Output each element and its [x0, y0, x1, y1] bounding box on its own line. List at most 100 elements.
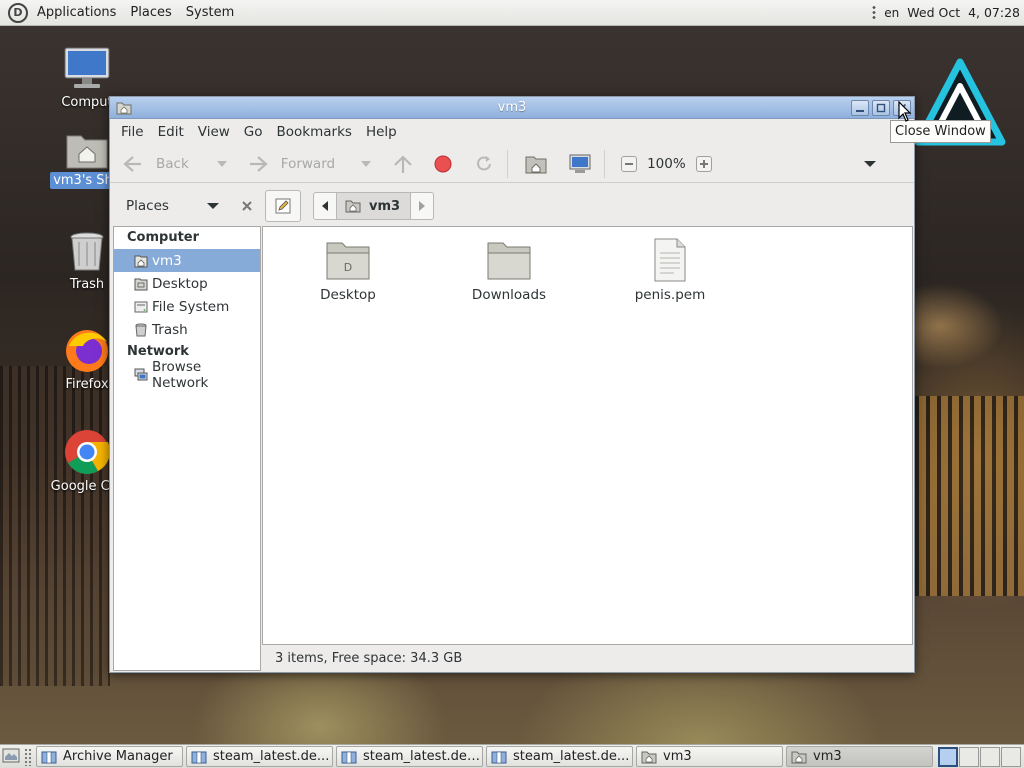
menu-bar: File Edit View Go Bookmarks Help — [110, 120, 914, 144]
places-item-trash[interactable]: Trash — [114, 318, 260, 341]
forward-history-dropdown[interactable] — [361, 148, 372, 180]
distro-logo-icon[interactable]: D — [8, 2, 28, 23]
home-icon — [134, 255, 148, 267]
package-icon — [341, 751, 357, 763]
places-item-file-system[interactable]: File System — [114, 295, 260, 318]
drive-icon — [134, 301, 148, 312]
breadcrumb: vm3 — [313, 192, 435, 220]
maximize-button[interactable] — [872, 100, 890, 116]
close-window-tooltip: Close Window — [890, 120, 991, 143]
places-side-pane: Computer vm3 Desktop File System Trash N… — [113, 226, 261, 671]
stop-button[interactable] — [433, 148, 453, 180]
panel-handle-icon[interactable] — [872, 4, 877, 21]
panel-menu-system[interactable]: System — [179, 0, 241, 26]
home-button[interactable] — [524, 148, 548, 180]
places-item-vm3[interactable]: vm3 — [114, 249, 260, 272]
back-button[interactable]: Back — [120, 148, 189, 180]
home-folder-icon — [791, 751, 807, 763]
desktop-icon — [134, 278, 148, 290]
package-icon — [491, 751, 507, 763]
zoom-level[interactable]: 100% — [647, 156, 686, 172]
wallpaper-fence — [0, 366, 110, 686]
window-titlebar[interactable]: vm3 — [110, 97, 914, 119]
task-vm3-2[interactable]: vm3 — [786, 746, 933, 767]
breadcrumb-item-vm3[interactable]: vm3 — [336, 193, 412, 219]
task-label: steam_latest.deb... — [363, 749, 482, 764]
zoom-out-button[interactable] — [621, 155, 638, 172]
svg-text:D: D — [344, 261, 352, 274]
forward-arrow-icon — [249, 155, 268, 172]
chevron-down-icon — [216, 160, 227, 167]
task-label: vm3 — [813, 749, 842, 764]
forward-label: Forward — [280, 155, 336, 172]
location-bar: vm3 — [265, 189, 910, 223]
home-folder-icon — [345, 200, 361, 213]
status-bar: 3 items, Free space: 34.3 GB — [262, 646, 913, 671]
taskbar-handle[interactable] — [24, 747, 32, 766]
file-item-downloads[interactable]: Downloads — [454, 237, 564, 303]
chrome-icon — [65, 430, 111, 474]
file-view[interactable]: D Desktop Downloads penis.pem — [262, 226, 913, 645]
clock[interactable]: Wed Oct 4, 07:28 — [907, 5, 1020, 20]
forward-button[interactable]: Forward — [245, 148, 335, 180]
menu-file[interactable]: File — [114, 124, 151, 140]
task-steam-deb-3[interactable]: steam_latest.de... — [486, 746, 633, 767]
computer-icon — [64, 47, 110, 88]
minimize-button[interactable] — [851, 100, 869, 116]
breadcrumb-right-button[interactable] — [411, 193, 433, 219]
home-folder-icon — [116, 102, 132, 115]
task-vm3-1[interactable]: vm3 — [636, 746, 783, 767]
menu-help[interactable]: Help — [359, 124, 404, 140]
workspace-3[interactable] — [980, 746, 1000, 767]
mouse-cursor-icon — [898, 101, 912, 122]
reload-button[interactable] — [473, 148, 495, 180]
panel-menu-applications[interactable]: Applications — [30, 0, 123, 26]
menu-go[interactable]: Go — [237, 124, 270, 140]
up-arrow-icon — [394, 154, 412, 173]
side-pane-header: Places — [114, 187, 260, 225]
file-item-desktop[interactable]: D Desktop — [293, 237, 403, 303]
task-steam-deb-1[interactable]: steam_latest.de... — [186, 746, 333, 767]
panel-menu-places[interactable]: Places — [123, 0, 178, 26]
zoom-in-button[interactable] — [695, 155, 712, 172]
zoom-in-icon — [699, 159, 708, 168]
places-item-desktop[interactable]: Desktop — [114, 272, 260, 295]
toggle-location-entry-button[interactable] — [265, 190, 301, 222]
show-desktop-icon[interactable] — [2, 747, 20, 765]
side-pane-selector[interactable]: Places — [114, 198, 169, 214]
workspace-4[interactable] — [1001, 746, 1021, 767]
up-button[interactable] — [391, 148, 415, 180]
task-archive-manager[interactable]: Archive Manager — [36, 746, 183, 767]
back-history-dropdown[interactable] — [216, 148, 227, 180]
places-item-browse-network[interactable]: Browse Network — [114, 359, 260, 391]
chevron-down-icon[interactable] — [206, 202, 219, 210]
toolbar-overflow-button[interactable] — [863, 148, 876, 180]
wallpaper-fence-right — [915, 396, 1024, 596]
file-item-penis-pem[interactable]: penis.pem — [615, 237, 725, 303]
text-file-icon — [654, 238, 686, 282]
menu-view[interactable]: View — [191, 124, 237, 140]
home-folder-icon — [641, 751, 657, 763]
desktop-icon-label: Comput — [61, 95, 113, 110]
keyboard-layout-indicator[interactable]: en — [884, 6, 899, 20]
task-steam-deb-2[interactable]: steam_latest.deb... — [336, 746, 483, 767]
back-label: Back — [156, 155, 189, 172]
desktop-icon-label: Firefox — [65, 377, 109, 392]
menu-bookmarks[interactable]: Bookmarks — [270, 124, 359, 140]
toolbar-separator — [604, 149, 606, 178]
workspace-2[interactable] — [959, 746, 979, 767]
task-label: steam_latest.de... — [213, 749, 330, 764]
file-name: Downloads — [471, 287, 547, 303]
menu-edit[interactable]: Edit — [151, 124, 191, 140]
close-icon[interactable] — [241, 200, 253, 212]
file-name: Desktop — [320, 287, 376, 303]
chevron-right-icon — [419, 201, 426, 211]
trash-icon — [70, 232, 104, 271]
chevron-down-icon — [361, 160, 372, 167]
breadcrumb-left-button[interactable] — [314, 193, 336, 219]
minimize-icon — [856, 110, 864, 112]
computer-button[interactable] — [568, 148, 592, 180]
workspace-1[interactable] — [938, 746, 958, 767]
window-title: vm3 — [497, 100, 527, 115]
places-item-label: Trash — [152, 321, 188, 338]
